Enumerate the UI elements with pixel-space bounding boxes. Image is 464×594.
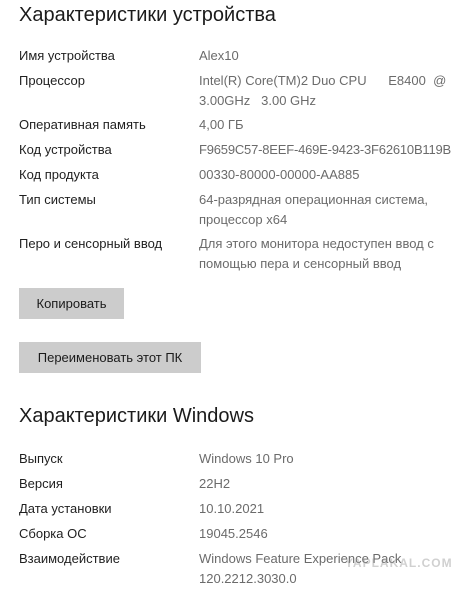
edition-value[interactable]: Windows 10 Pro <box>199 449 464 469</box>
ram-label: Оперативная память <box>19 117 146 132</box>
experience-label: Взаимодействие <box>19 551 120 566</box>
device-specs-heading: Характеристики устройства <box>19 4 276 26</box>
product-id-label: Код продукта <box>19 167 99 182</box>
system-type-label: Тип системы <box>19 192 96 207</box>
edition-label: Выпуск <box>19 451 63 466</box>
processor-label: Процессор <box>19 73 85 88</box>
device-id-label: Код устройства <box>19 142 112 157</box>
system-type-value[interactable]: 64-разрядная операционная система, проце… <box>199 190 464 230</box>
device-name-label: Имя устройства <box>19 48 115 63</box>
os-build-label: Сборка ОС <box>19 526 87 541</box>
version-label: Версия <box>19 476 63 491</box>
pen-touch-label: Перо и сенсорный ввод <box>19 236 163 251</box>
product-id-value[interactable]: 00330-80000-00000-AA885 <box>199 165 464 185</box>
install-date-value[interactable]: 10.10.2021 <box>199 499 464 519</box>
watermark: YAPLAKAL.COM <box>345 556 453 570</box>
pen-touch-value[interactable]: Для этого монитора недоступен ввод с пом… <box>199 234 434 274</box>
copy-button[interactable]: Копировать <box>19 288 124 319</box>
processor-value[interactable]: Intel(R) Core(TM)2 Duo CPU E8400 @ 3.00G… <box>199 71 446 111</box>
rename-pc-button[interactable]: Переименовать этот ПК <box>19 342 201 373</box>
device-id-value[interactable]: F9659C57-8EEF-469E-9423-3F62610B119B <box>199 140 451 160</box>
version-value[interactable]: 22H2 <box>199 474 464 494</box>
device-name-value[interactable]: Alex10 <box>199 46 464 66</box>
os-build-value[interactable]: 19045.2546 <box>199 524 464 544</box>
install-date-label: Дата установки <box>19 501 112 516</box>
ram-value[interactable]: 4,00 ГБ <box>199 115 464 135</box>
windows-specs-heading: Характеристики Windows <box>19 405 254 427</box>
